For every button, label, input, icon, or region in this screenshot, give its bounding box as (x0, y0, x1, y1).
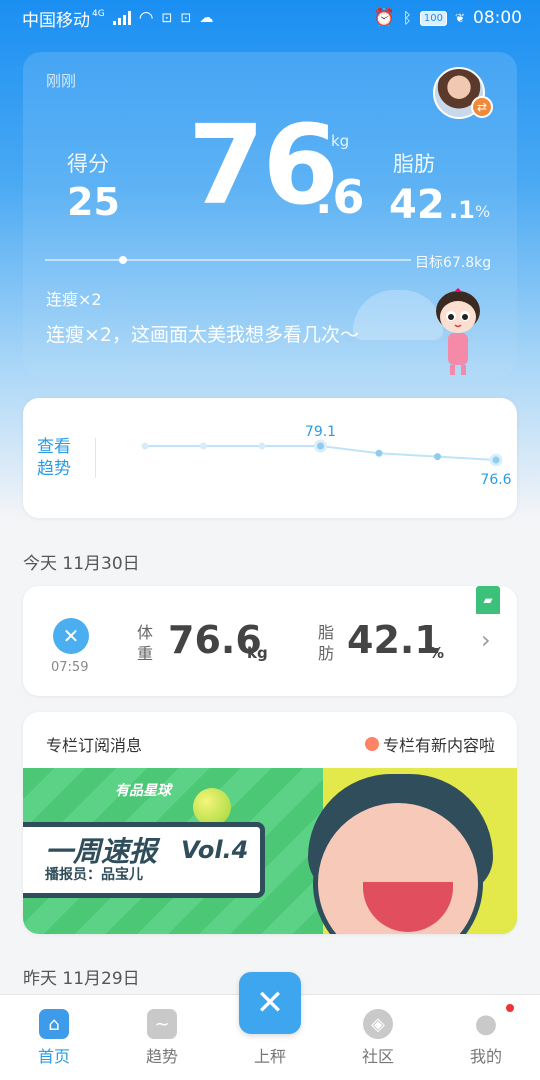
column-new-label: 专栏有新内容啦 (382, 736, 495, 755)
trend-value-label: 79.1 (305, 424, 336, 440)
record-fat: 42.1 (347, 618, 441, 662)
fat-unit: % (475, 202, 491, 221)
score-label: 得分 (67, 152, 109, 176)
weight-label: 体重 (137, 623, 154, 663)
weight-unit: kg (331, 132, 350, 150)
fat-label: 脂肪 (393, 152, 435, 176)
trend-point (141, 442, 149, 450)
fat-label-small: 脂肪 (318, 623, 335, 663)
alarm-icon: ⏰ (373, 8, 395, 28)
column-new-badge[interactable]: 专栏有新内容啦 (364, 732, 495, 756)
nav-mine-label: 我的 (469, 1047, 502, 1066)
trend-point (434, 453, 441, 461)
measure-time: 刚刚 (46, 72, 77, 90)
record-fat-unit: % (429, 644, 445, 662)
record-time: 07:59 (51, 660, 89, 675)
nav-trend-label: 趋势 (145, 1047, 178, 1066)
nav-community-label: 社区 (361, 1047, 394, 1066)
nav-mine[interactable]: ● 我的 (432, 995, 540, 1080)
weight-decimal: .6 (315, 170, 365, 224)
notification-icon: ⊡ (161, 10, 173, 26)
streak-message: 连瘦×2，这画面太美我想多看几次～ (46, 324, 360, 346)
column-title: 专栏订阅消息 (46, 736, 143, 755)
bookmark-icon: ▰ (476, 586, 500, 614)
trend-card[interactable]: 查看趋势 79.1 76.6 (23, 398, 517, 518)
nav-home[interactable]: ⌂ 首页 (0, 995, 108, 1080)
trend-point (200, 442, 207, 450)
record-card[interactable]: ▰ ✕ 07:59 体重 76.6 kg 脂肪 42.1 % › (23, 586, 517, 696)
bluetooth-icon: ᛒ (402, 9, 412, 27)
trend-point (375, 449, 383, 457)
new-dot-icon (364, 737, 379, 751)
banner-volume: Vol.4 (181, 836, 249, 864)
mascot-illustration (436, 288, 480, 375)
trend-icon: ∼ (147, 1009, 177, 1039)
trend-point (258, 442, 266, 450)
switch-user-icon[interactable]: ⇄ (471, 96, 493, 118)
banner-planet: 有品星球 (115, 783, 171, 799)
trend-point (489, 453, 503, 467)
carrier-label: 中国移动 (22, 10, 90, 31)
banner-host: 播报员：品宝儿 (45, 867, 143, 883)
nav-home-label: 首页 (37, 1047, 70, 1066)
notification-dot (506, 1004, 514, 1012)
measurement-card[interactable]: 刚刚 ⇄ 得分 25 76 kg .6 脂肪 42 .1 % 目标67.8kg … (23, 52, 517, 377)
trend-value-label: 76.6 (480, 472, 511, 488)
column-card[interactable]: 专栏订阅消息 专栏有新内容啦 有品星球 一周速报 Vol.4 播报员：品宝儿 (23, 712, 517, 934)
fat-decimal: .1 (449, 196, 475, 224)
weigh-button[interactable]: ✕ (239, 972, 301, 1034)
trend-chart: 79.1 76.6 (141, 424, 512, 488)
signal-icon (112, 11, 131, 25)
leaf-icon: ❦ (454, 11, 465, 25)
divider (95, 438, 96, 478)
nav-community[interactable]: ◈ 社区 (324, 995, 432, 1080)
network-label: 4G (92, 9, 105, 19)
nav-weigh-label: 上秤 (253, 1047, 286, 1066)
goal-progress-track (45, 259, 411, 261)
cloud-icon: ☁ (199, 10, 214, 26)
battery-icon: 100 (419, 10, 447, 26)
score-value: 25 (67, 180, 120, 224)
wifi-icon: ◠ (138, 8, 154, 28)
chevron-right-icon[interactable]: › (481, 626, 491, 654)
status-bar: 中国移动 4G ◠ ⊡ ⊡ ☁ ⏰ ᛒ 100 ❦ 08:00 (0, 0, 540, 36)
planet-icon (193, 788, 231, 826)
notification-icon-2: ⊡ (180, 10, 192, 26)
nav-trend[interactable]: ∼ 趋势 (108, 995, 216, 1080)
compass-icon: ◈ (363, 1009, 393, 1039)
record-weight-unit: kg (247, 644, 268, 662)
streak-label: 连瘦×2 (46, 290, 102, 309)
today-date: 今天 11月30日 (23, 554, 140, 574)
home-icon: ⌂ (39, 1009, 69, 1039)
yesterday-date: 昨天 11月29日 (23, 969, 140, 989)
trend-point (314, 439, 327, 453)
scale-icon: ✕ (53, 618, 89, 654)
goal-label: 目标67.8kg (415, 255, 492, 271)
view-trend-label[interactable]: 查看趋势 (37, 436, 77, 480)
goal-progress-dot (119, 256, 127, 264)
clock-time: 08:00 (473, 8, 522, 28)
fat-integer: 42 (389, 182, 445, 228)
user-icon: ● (474, 1009, 498, 1039)
